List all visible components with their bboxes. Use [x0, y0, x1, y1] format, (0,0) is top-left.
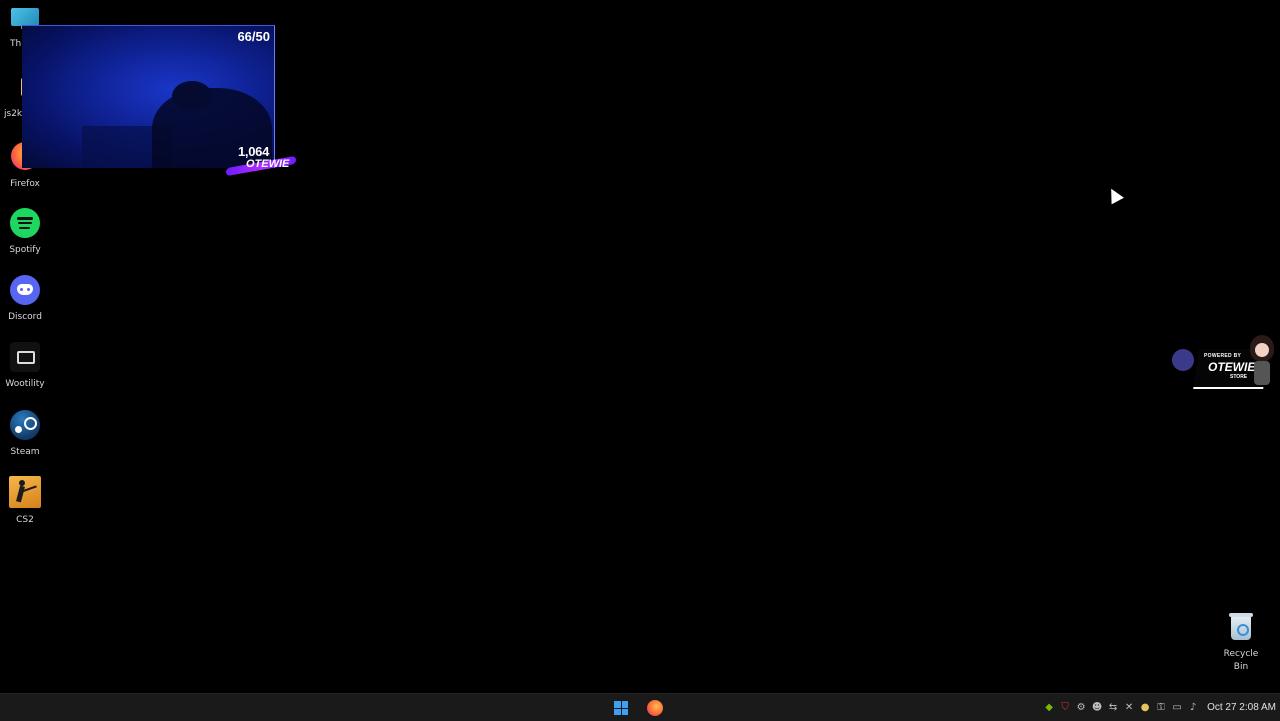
wootility-icon [10, 342, 40, 372]
taskbar-clock[interactable]: Oct 27 2:08 AM [1201, 702, 1280, 713]
desktop-icon-label: Recycle [1223, 649, 1259, 659]
desktop-icon-label: Steam [10, 447, 40, 457]
nvidia-icon[interactable]: ◆ [1041, 694, 1057, 721]
mouse-cursor-icon [1105, 185, 1124, 205]
windows-start-icon [614, 701, 628, 715]
discord-icon[interactable]: ☻ [1089, 694, 1105, 721]
mascot-left-icon [1172, 349, 1194, 371]
desktop-icon-label: Spotify [9, 245, 41, 255]
goal-counter: 66/50 [237, 29, 270, 44]
powered-by-text: POWERED BY [1204, 353, 1242, 359]
desktop-icon-discord[interactable]: Discord [0, 275, 50, 323]
desktop-icon-label: CS2 [16, 515, 34, 525]
desktop-icon-label: Discord [8, 312, 42, 322]
desktop-icon-wootility[interactable]: Wootility [0, 342, 50, 390]
powered-by-widget: POWERED BY OTEWIE STORE [1160, 335, 1275, 390]
webcam-head [172, 81, 212, 111]
desktop-icon-recycle-bin[interactable]: Recycle Bin [1216, 612, 1266, 673]
display-icon[interactable]: ▭ [1169, 694, 1185, 721]
firefox-icon [647, 700, 663, 716]
mascot-body [1254, 361, 1270, 385]
spotify-icon [10, 208, 40, 238]
shield-icon[interactable]: ⛉ [1057, 694, 1073, 721]
security-icon[interactable]: ⚿ [1153, 694, 1169, 721]
network-icon[interactable]: ⇆ [1105, 694, 1121, 721]
recycle-bin-icon [1229, 612, 1253, 640]
taskbar: ◆ ⛉ ⚙ ☻ ⇆ ✕ ● ⚿ ▭ ♪ Oct 27 2:08 AM [0, 693, 1280, 721]
desktop-icon-spotify[interactable]: Spotify [0, 208, 50, 256]
desktop-icon-label: Bin [1233, 662, 1249, 672]
close-icon[interactable]: ✕ [1121, 694, 1137, 721]
cs2-icon [9, 476, 41, 508]
brand-name: OTEWIE [246, 158, 290, 170]
mascot-face-icon [1255, 343, 1269, 357]
powered-brand-name: OTEWIE [1208, 360, 1256, 374]
system-tray: ◆ ⛉ ⚙ ☻ ⇆ ✕ ● ⚿ ▭ ♪ Oct 27 2:08 AM [1041, 694, 1280, 721]
start-button[interactable] [611, 698, 631, 718]
mic-icon[interactable]: ● [1137, 694, 1153, 721]
powered-store-text: STORE [1230, 374, 1248, 380]
discord-icon [10, 275, 40, 305]
desktop-icon-label: Wootility [5, 379, 45, 389]
desktop-icon-cs2[interactable]: CS2 [0, 476, 50, 526]
speaker-icon[interactable]: ♪ [1185, 694, 1201, 721]
taskbar-firefox-button[interactable] [645, 698, 665, 718]
brand-tag: OTEWIE [226, 155, 296, 178]
desktop-icon-label: Firefox [10, 179, 40, 189]
desktop-icon-steam[interactable]: Steam [0, 410, 50, 458]
steam-icon[interactable]: ⚙ [1073, 694, 1089, 721]
desktop: Thi js2k Firefox Spotify Discord Wootili… [0, 0, 1280, 693]
steam-icon [10, 410, 40, 440]
